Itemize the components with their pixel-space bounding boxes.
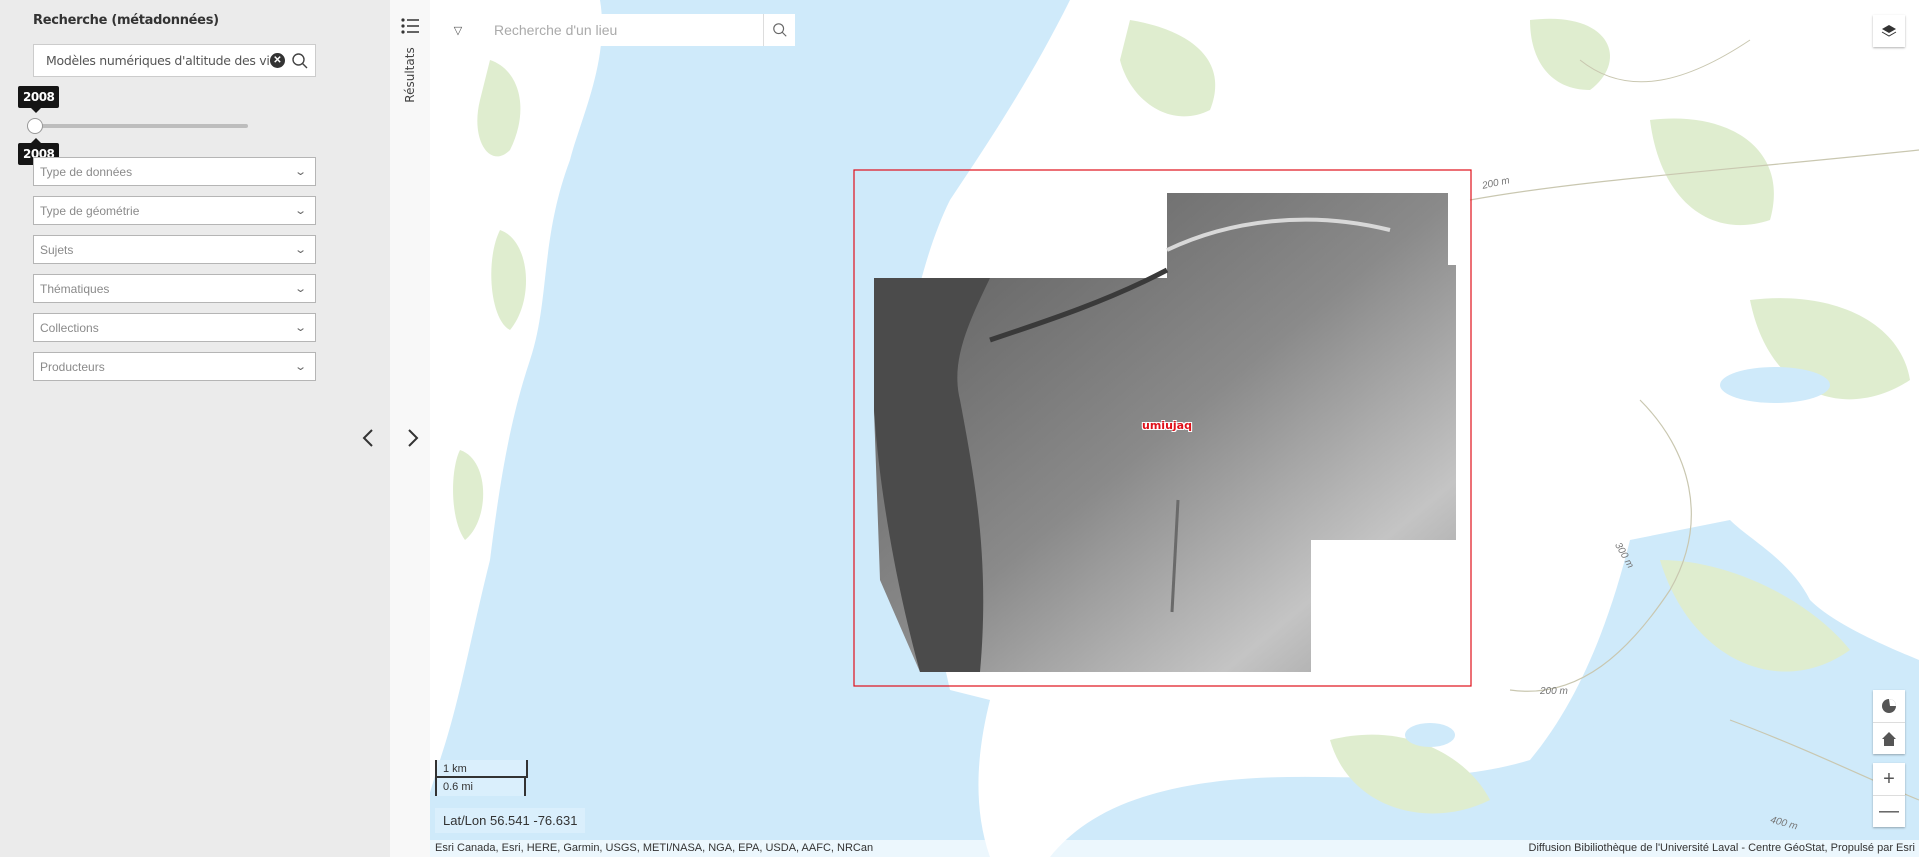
- filter-producteurs[interactable]: Producteurs ⌄: [33, 352, 316, 381]
- filter-type-donnees[interactable]: Type de données ⌄: [33, 157, 316, 186]
- lake: [1405, 723, 1455, 747]
- filter-sujets[interactable]: Sujets ⌄: [33, 235, 316, 264]
- year-slider-track[interactable]: [33, 124, 248, 128]
- attribution-sources: Esri Canada, Esri, HERE, Garmin, USGS, M…: [435, 842, 874, 854]
- filter-label: Producteurs: [40, 359, 105, 374]
- lake: [1720, 367, 1830, 403]
- coordinate-readout: Lat/Lon 56.541 -76.631: [435, 808, 586, 833]
- filter-label: Thématiques: [40, 281, 110, 296]
- results-tab[interactable]: Résultats: [403, 47, 417, 102]
- locate-button[interactable]: [1873, 690, 1905, 722]
- app-root: Recherche (métadonnées) Modèles numériqu…: [0, 0, 1919, 857]
- year-slider-thumb[interactable]: [27, 118, 43, 134]
- place-search-button[interactable]: [763, 14, 795, 46]
- chevron-right-icon[interactable]: [407, 428, 419, 448]
- panel-title: Recherche (métadonnées): [33, 13, 219, 28]
- close-circle-icon[interactable]: ✕: [270, 53, 285, 68]
- layers-icon: [1881, 25, 1897, 37]
- attribution-powered-by: Diffusion Bibiliothèque de l'Université …: [1528, 842, 1915, 854]
- chevron-down-icon: ⌄: [293, 361, 307, 373]
- chevron-down-icon: ⌄: [293, 322, 307, 334]
- zoom-in-button[interactable]: +: [1873, 763, 1905, 795]
- scalebar-metric: 1 km: [435, 760, 528, 778]
- filter-type-geometrie[interactable]: Type de géométrie ⌄: [33, 196, 316, 225]
- metadata-search-panel: Recherche (métadonnées) Modèles numériqu…: [0, 0, 419, 857]
- place-search-input[interactable]: [476, 14, 763, 46]
- filter-label: Collections: [40, 320, 99, 335]
- search-icon: [772, 23, 787, 37]
- list-icon[interactable]: [401, 18, 419, 34]
- map-view[interactable]: umiujaq 200 m 300 m 200 m 400 m ▽ Recher…: [430, 0, 1919, 857]
- metadata-search-box[interactable]: Modèles numériques d'altitude des vill ✕: [33, 44, 316, 77]
- search-icon[interactable]: [291, 52, 309, 70]
- layers-button[interactable]: [1873, 15, 1905, 47]
- zoom-controls: + —: [1873, 763, 1905, 827]
- chevron-left-icon[interactable]: [362, 428, 374, 448]
- filter-label: Type de données: [40, 164, 133, 179]
- place-label: umiujaq: [1142, 419, 1192, 432]
- filter-label: Sujets: [40, 242, 74, 257]
- filter-collections[interactable]: Collections ⌄: [33, 313, 316, 342]
- lake: [1592, 716, 1688, 744]
- home-icon: [1882, 731, 1896, 746]
- chevron-down-icon: ⌄: [293, 166, 307, 178]
- zoom-out-button[interactable]: —: [1873, 795, 1905, 827]
- filter-thematiques[interactable]: Thématiques ⌄: [33, 274, 316, 303]
- chevron-down-icon: ⌄: [293, 283, 307, 295]
- navigation-controls: [1873, 690, 1905, 754]
- home-button[interactable]: [1873, 722, 1905, 754]
- scalebar: 1 km 0.6 mi: [435, 760, 530, 796]
- chevron-down-icon: ⌄: [293, 205, 307, 217]
- slider-max-tooltip: 2008: [18, 86, 60, 113]
- filter-label: Type de géométrie: [40, 203, 140, 218]
- chevron-down-icon: ⌄: [293, 244, 307, 256]
- contour-label: 200 m: [1540, 686, 1568, 697]
- metadata-search-input[interactable]: Modèles numériques d'altitude des vill: [34, 53, 270, 68]
- geocoder: ▽: [440, 14, 795, 46]
- scalebar-imperial: 0.6 mi: [435, 778, 526, 796]
- triangle-down-icon[interactable]: ▽: [440, 14, 476, 46]
- attribution-bar: Esri Canada, Esri, HERE, Garmin, USGS, M…: [430, 840, 1919, 857]
- locate-icon: [1882, 699, 1896, 713]
